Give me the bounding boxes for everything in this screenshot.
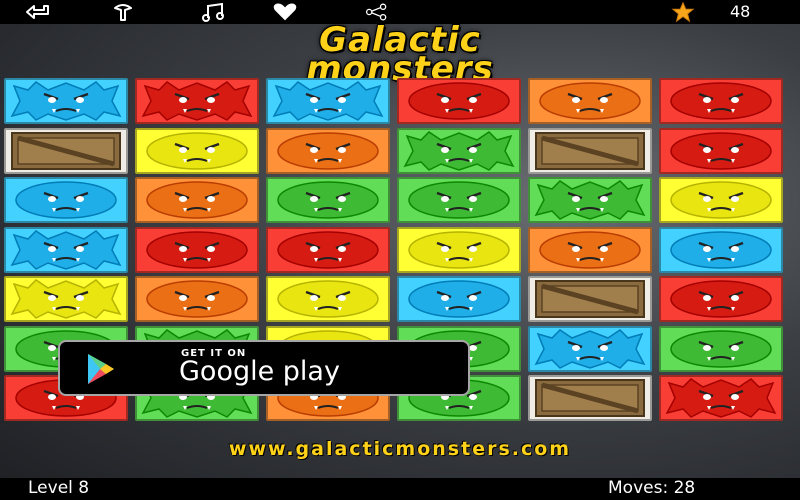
monster-tile-yellow-round[interactable] — [659, 177, 783, 223]
monster-tile-red-round[interactable] — [659, 276, 783, 322]
monster-tile-green-round[interactable] — [659, 325, 783, 372]
monster-tile-orange-round[interactable] — [135, 276, 259, 322]
crate-tile[interactable] — [4, 127, 128, 174]
back-icon[interactable] — [24, 1, 50, 23]
monster-tile-blue-round[interactable] — [397, 276, 521, 322]
monster-tile-yellow-round[interactable] — [135, 127, 259, 174]
monster-tile-blue-spiky[interactable] — [528, 325, 652, 372]
monster-tile-green-round[interactable] — [266, 177, 390, 223]
monster-tile-yellow-round[interactable] — [397, 226, 521, 273]
monster-tile-orange-round[interactable] — [528, 226, 652, 273]
crate-tile[interactable] — [528, 276, 652, 322]
website-link[interactable]: www.galacticmonsters.com — [0, 438, 800, 460]
level-label: Level 8 — [28, 478, 90, 498]
monster-tile-blue-spiky[interactable] — [4, 226, 128, 273]
monster-tile-orange-round[interactable] — [135, 177, 259, 223]
star-icon — [670, 1, 696, 23]
share-pin-icon[interactable] — [110, 1, 136, 23]
monster-tile-red-spiky[interactable] — [135, 78, 259, 124]
game-logo: Galactic monsters — [0, 23, 800, 87]
monster-tile-blue-round[interactable] — [659, 226, 783, 273]
monster-tile-blue-spiky[interactable] — [4, 78, 128, 124]
status-bar: Level 8 Moves: 28 — [0, 478, 800, 500]
monster-tile-green-spiky[interactable] — [528, 177, 652, 223]
score-counter: 48 — [730, 2, 751, 21]
play-store-icon — [88, 354, 114, 384]
monster-tile-green-round[interactable] — [397, 177, 521, 223]
monster-tile-red-round[interactable] — [397, 78, 521, 124]
monster-tile-orange-round[interactable] — [266, 127, 390, 174]
monster-tile-green-spiky[interactable] — [397, 127, 521, 174]
monster-tile-orange-round[interactable] — [528, 78, 652, 124]
crate-tile[interactable] — [528, 375, 652, 421]
monster-tile-yellow-round[interactable] — [266, 276, 390, 322]
moves-counter: Moves: 28 — [608, 478, 696, 498]
badge-store-name: Google play — [179, 356, 340, 387]
monster-tile-red-round[interactable] — [135, 226, 259, 273]
monster-tile-red-spiky[interactable] — [659, 375, 783, 421]
music-icon[interactable] — [200, 1, 226, 23]
google-play-badge[interactable]: GET IT ON Google play — [58, 340, 470, 396]
heart-icon[interactable] — [272, 1, 298, 23]
monster-tile-blue-round[interactable] — [4, 177, 128, 223]
monster-tile-red-round[interactable] — [659, 127, 783, 174]
monster-tile-red-round[interactable] — [659, 78, 783, 124]
monster-tile-red-round[interactable] — [266, 226, 390, 273]
monster-tile-blue-spiky[interactable] — [266, 78, 390, 124]
monster-tile-yellow-spiky[interactable] — [4, 276, 128, 322]
crate-tile[interactable] — [528, 127, 652, 174]
